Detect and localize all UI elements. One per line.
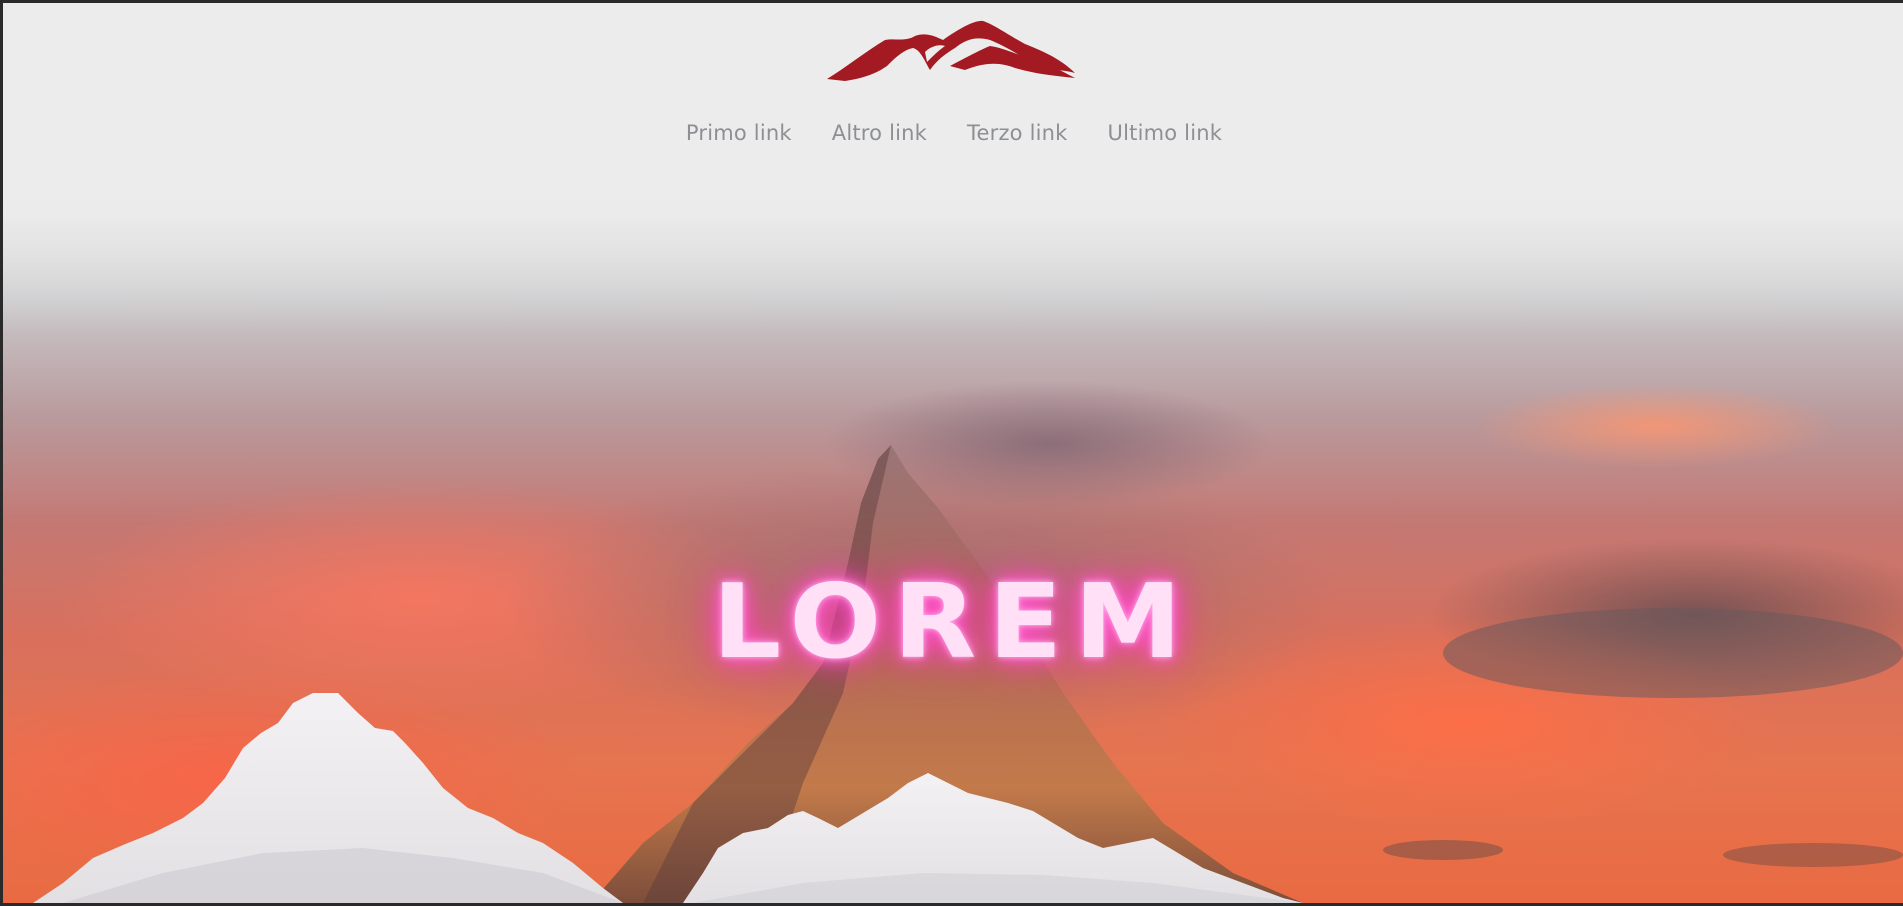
hero-title: LOREM <box>712 563 1194 682</box>
main-navigation: Primo link Altro link Terzo link Ultimo … <box>3 121 1903 145</box>
nav-link-altro[interactable]: Altro link <box>832 121 927 145</box>
page-frame: Primo link Altro link Terzo link Ultimo … <box>3 3 1903 903</box>
nav-link-ultimo[interactable]: Ultimo link <box>1108 121 1223 145</box>
nav-link-primo[interactable]: Primo link <box>686 121 792 145</box>
mountain-logo-icon[interactable] <box>825 18 1077 84</box>
cloud-dark-right-3 <box>1723 843 1903 867</box>
nav-link-terzo[interactable]: Terzo link <box>967 121 1068 145</box>
cloud-dark-right-2 <box>1383 840 1503 860</box>
